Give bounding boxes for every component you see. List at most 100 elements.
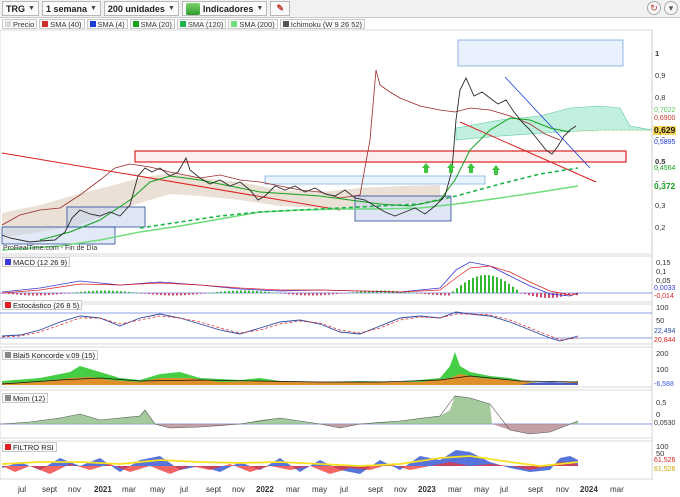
macd-label-text: MACD (12 26 9) xyxy=(13,257,68,267)
macd-bar xyxy=(328,293,330,295)
macd-bar xyxy=(440,293,442,296)
watermark: ProRealTime.com - Fin de Día xyxy=(3,245,98,252)
time-axis-label: 2023 xyxy=(418,485,436,494)
macd-bar xyxy=(52,293,54,295)
macd-bar xyxy=(316,293,318,296)
rsi-label-text: FILTRO RSI xyxy=(13,442,54,452)
macd-bar xyxy=(496,277,498,293)
time-axis-label: may xyxy=(312,485,328,494)
macd-bar xyxy=(28,293,30,296)
macd-bar xyxy=(444,293,446,296)
macd-bar xyxy=(152,293,154,295)
momentum-label-text: Mom (12) xyxy=(13,393,46,403)
macd-bar xyxy=(492,275,494,293)
macd-bar xyxy=(448,293,450,296)
macd-bar xyxy=(48,293,50,296)
swatch-icon xyxy=(5,444,11,450)
stochastic-d-tag: 20,844 xyxy=(654,337,676,344)
time-axis-label: mar xyxy=(286,485,300,494)
price-axis-label: 0,2 xyxy=(655,223,666,232)
macd-bar xyxy=(68,293,70,294)
rsi-label[interactable]: FILTRO RSI xyxy=(2,442,57,452)
macd-bar xyxy=(540,293,542,298)
macd-bar xyxy=(8,293,10,294)
koncorde-axis-top: 200 xyxy=(656,349,669,358)
macd-bar xyxy=(296,293,298,295)
koncorde-label[interactable]: Blai5 Koncorde v.09 (15) xyxy=(2,350,98,360)
macd-bar xyxy=(112,290,114,293)
macd-bar xyxy=(72,292,74,294)
macd-bar xyxy=(464,282,466,293)
macd-bar xyxy=(572,293,574,294)
macd-bar xyxy=(292,293,294,295)
macd-bar xyxy=(228,290,230,293)
support-box-red xyxy=(134,150,627,163)
price-tag: 0,629 xyxy=(653,125,677,135)
macd-bar xyxy=(76,292,78,293)
macd-bar xyxy=(136,292,138,294)
time-axis-label: may xyxy=(150,485,166,494)
macd-label[interactable]: MACD (12 26 9) xyxy=(2,257,71,267)
macd-bar xyxy=(244,290,246,293)
price-tag: 0,5895 xyxy=(653,138,677,147)
macd-bar xyxy=(304,293,306,296)
macd-bar xyxy=(164,293,166,296)
macd-bar xyxy=(516,289,518,293)
time-axis-label: may xyxy=(474,485,490,494)
macd-bar xyxy=(16,293,18,295)
time-axis-label: nov xyxy=(232,485,245,494)
macd-bar xyxy=(488,275,490,293)
macd-bar xyxy=(32,293,34,296)
macd-bar xyxy=(124,291,126,293)
macd-bar xyxy=(480,275,482,293)
macd-bar xyxy=(272,292,274,294)
price-axis-label: 0,8 xyxy=(655,93,666,102)
time-axis-label: sept xyxy=(42,485,58,494)
macd-bar xyxy=(432,293,434,295)
macd-bar xyxy=(284,293,286,294)
macd-bar xyxy=(280,293,282,294)
macd-bar xyxy=(96,290,98,293)
macd-bar xyxy=(208,292,210,294)
macd-bar xyxy=(412,292,414,294)
macd-bar xyxy=(180,293,182,296)
macd-signal-tag: -0,014 xyxy=(654,293,674,300)
macd-bar xyxy=(520,293,522,294)
macd-bar xyxy=(192,293,194,295)
macd-bar xyxy=(236,290,238,293)
macd-bar xyxy=(12,293,14,295)
macd-panel xyxy=(0,255,653,303)
macd-bar xyxy=(224,291,226,293)
momentum-axis-top: 0,5 xyxy=(656,398,667,407)
macd-bar xyxy=(332,293,334,295)
swatch-icon xyxy=(5,395,11,401)
koncorde-label-text: Blai5 Koncorde v.09 (15) xyxy=(13,350,95,360)
macd-bar xyxy=(532,293,534,297)
macd-bar xyxy=(260,291,262,293)
macd-bar xyxy=(536,293,538,297)
price-axis-label: 0,9 xyxy=(655,71,666,80)
macd-bar xyxy=(268,292,270,293)
macd-bar xyxy=(424,293,426,295)
macd-bar xyxy=(184,293,186,296)
macd-bar xyxy=(80,291,82,293)
price-axis-label: 0,3 xyxy=(655,201,666,210)
swatch-icon xyxy=(5,302,11,308)
macd-bar xyxy=(144,293,146,294)
macd-bar xyxy=(248,290,250,293)
macd-bar xyxy=(416,293,418,294)
swatch-icon xyxy=(5,259,11,265)
macd-bar xyxy=(300,293,302,296)
price-chart[interactable] xyxy=(0,0,680,497)
macd-bar xyxy=(508,283,510,293)
momentum-label[interactable]: Mom (12) xyxy=(2,393,49,403)
macd-bar xyxy=(232,290,234,293)
macd-bar xyxy=(344,293,346,294)
macd-bar xyxy=(176,293,178,296)
macd-bar xyxy=(552,293,554,298)
stochastic-label[interactable]: Estocástico (26 8 5) xyxy=(2,300,83,310)
macd-bar xyxy=(544,293,546,298)
price-tag: 0,372 xyxy=(653,181,677,191)
macd-bar xyxy=(172,293,174,296)
price-tag: 0,4564 xyxy=(653,164,677,173)
